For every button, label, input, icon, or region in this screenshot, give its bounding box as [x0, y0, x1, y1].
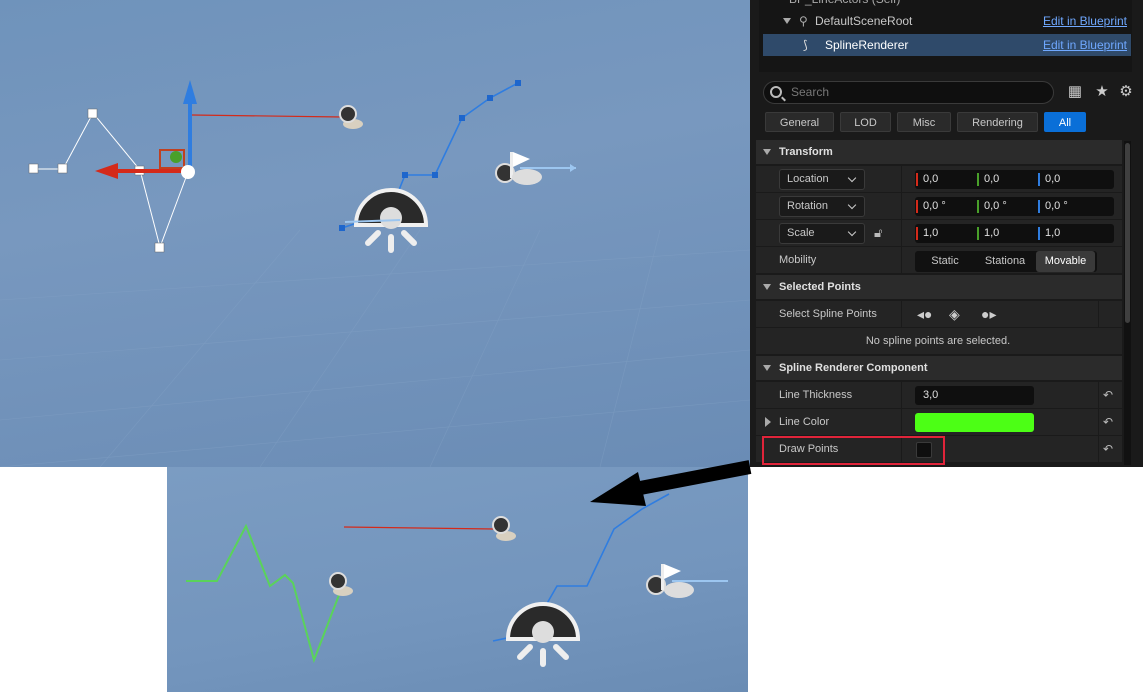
chevron-down-icon — [763, 149, 771, 155]
mobility-movable[interactable]: Movable — [1036, 251, 1095, 272]
location-row: Location 0,0 0,0 0,0 — [756, 166, 1122, 193]
viewport-top-scene — [0, 80, 750, 467]
details-panel: BP_LineActors (Self) ⚲ DefaultSceneRoot … — [750, 0, 1143, 467]
section-spline-renderer[interactable]: Spline Renderer Component — [756, 356, 1122, 380]
tab-lod[interactable]: LOD — [840, 112, 891, 132]
spline-icon: ⟆ — [803, 38, 808, 52]
chevron-down-icon — [763, 365, 771, 371]
white-spline — [34, 112, 189, 249]
tree-item-splinerenderer[interactable]: ⟆ SplineRenderer Edit in Blueprint — [763, 34, 1131, 56]
table-icon[interactable]: ▦ — [1067, 84, 1083, 100]
component-tree: BP_LineActors (Self) ⚲ DefaultSceneRoot … — [759, 0, 1132, 72]
tab-all[interactable]: All — [1044, 112, 1086, 132]
section-selected-points[interactable]: Selected Points — [756, 275, 1122, 299]
player-start-icon[interactable] — [646, 564, 728, 598]
spline-point[interactable] — [154, 242, 165, 253]
select-all-points-icon[interactable]: ◈ — [949, 306, 960, 323]
line-thickness-field[interactable]: 3,0 — [915, 386, 1034, 405]
edit-in-blueprint-link[interactable]: Edit in Blueprint — [1043, 34, 1127, 56]
tab-misc[interactable]: Misc — [897, 112, 951, 132]
green-spline-line — [186, 523, 340, 664]
edit-in-blueprint-link[interactable]: Edit in Blueprint — [1043, 10, 1127, 32]
chevron-down-icon[interactable] — [783, 18, 791, 24]
audio-icon[interactable] — [339, 105, 363, 129]
details-search[interactable]: Search — [763, 81, 1054, 104]
spline-point[interactable] — [28, 163, 39, 174]
mobility-selector: Static Stationa Movable — [915, 251, 1097, 272]
select-spline-points-row: Select Spline Points ◂● ◈ ●▸ — [756, 301, 1122, 328]
mobility-static[interactable]: Static — [915, 251, 975, 272]
reset-arrow-icon[interactable]: ↶ — [1103, 415, 1117, 429]
line-thickness-row: Line Thickness 3,0 ↶ — [756, 382, 1122, 409]
spline-point[interactable] — [87, 108, 98, 119]
tree-item-defaultsceneroot[interactable]: ⚲ DefaultSceneRoot Edit in Blueprint — [763, 10, 1131, 32]
search-icon — [770, 86, 782, 98]
viewport-top[interactable] — [0, 0, 750, 467]
location-dropdown[interactable]: Location — [779, 169, 865, 190]
spline-point[interactable] — [57, 163, 68, 174]
skylight-icon[interactable] — [344, 188, 429, 253]
details-scrollbar[interactable] — [1124, 141, 1131, 465]
chevron-down-icon — [847, 200, 857, 210]
lock-icon[interactable]: 🔓︎ — [874, 225, 882, 241]
select-next-point-icon[interactable]: ●▸ — [981, 306, 996, 323]
reset-arrow-icon[interactable]: ↶ — [1103, 388, 1117, 402]
player-start-icon[interactable] — [495, 152, 576, 185]
scale-z-field[interactable]: 1,0 — [1037, 224, 1114, 243]
tab-rendering[interactable]: Rendering — [957, 112, 1038, 132]
mobility-row: Mobility Static Stationa Movable — [756, 247, 1122, 274]
audio-icon[interactable] — [492, 516, 516, 541]
scale-row: Scale 🔓︎ 1,0 1,0 1,0 — [756, 220, 1122, 247]
chevron-right-icon[interactable] — [765, 417, 771, 427]
audio-icon[interactable] — [329, 572, 353, 596]
tree-root[interactable]: BP_LineActors (Self) — [763, 0, 1131, 10]
scene-root-icon: ⚲ — [799, 14, 808, 28]
star-icon[interactable]: ★ — [1094, 84, 1110, 100]
location-z-field[interactable]: 0,0 — [1037, 170, 1114, 189]
line-color-swatch[interactable] — [915, 413, 1034, 432]
chevron-down-icon — [763, 284, 771, 290]
annotation-arrow — [590, 460, 752, 506]
scale-dropdown[interactable]: Scale — [779, 223, 865, 244]
no-points-message-row: No spline points are selected. — [756, 328, 1122, 355]
red-spline-line — [343, 526, 495, 530]
settings-icon[interactable]: ⚙ — [1118, 84, 1134, 100]
chevron-down-icon — [847, 173, 857, 183]
section-transform[interactable]: Transform — [756, 140, 1122, 164]
scrollbar-thumb[interactable] — [1125, 143, 1130, 323]
chevron-down-icon — [847, 227, 857, 237]
mobility-stationary[interactable]: Stationa — [975, 251, 1035, 272]
reset-arrow-icon[interactable]: ↶ — [1103, 442, 1117, 456]
search-input[interactable]: Search — [791, 85, 829, 99]
select-prev-point-icon[interactable]: ◂● — [917, 306, 932, 323]
rotation-row: Rotation 0,0 ° 0,0 ° 0,0 ° — [756, 193, 1122, 220]
red-spline-line — [191, 114, 343, 118]
grid — [0, 229, 750, 467]
tab-general[interactable]: General — [765, 112, 834, 132]
transform-gizmo[interactable] — [95, 80, 197, 179]
skylight-icon[interactable] — [505, 602, 581, 667]
line-color-row: Line Color ↶ — [756, 409, 1122, 436]
rotation-dropdown[interactable]: Rotation — [779, 196, 865, 217]
draw-points-highlight — [762, 436, 945, 465]
rotation-z-field[interactable]: 0,0 ° — [1037, 197, 1114, 216]
